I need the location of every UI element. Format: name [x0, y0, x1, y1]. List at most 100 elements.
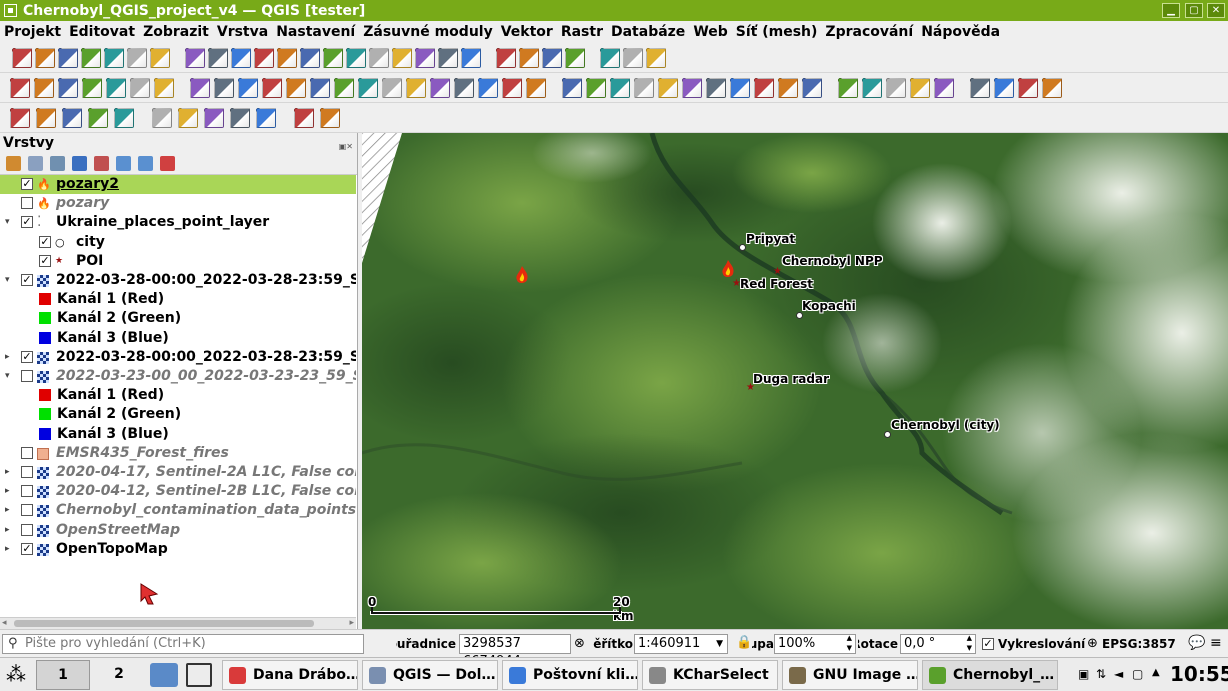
remove-layer-icon[interactable]: [160, 156, 175, 171]
digitize-tool-2-icon[interactable]: [36, 108, 56, 128]
map-tool-20-icon[interactable]: [461, 48, 481, 68]
chevron-right-icon[interactable]: ▸: [5, 501, 10, 520]
menu-item[interactable]: Nápověda: [921, 24, 1000, 40]
fire-point-icon[interactable]: [514, 265, 530, 285]
globe-icon[interactable]: ⊕: [1087, 636, 1098, 651]
minimize-button[interactable]: ▁: [1162, 3, 1180, 18]
map-tool-18-icon[interactable]: [415, 48, 435, 68]
menu-icon[interactable]: ≡: [1210, 635, 1222, 651]
menu-item[interactable]: Vektor: [501, 24, 553, 40]
map-tool-21-icon[interactable]: [496, 48, 516, 68]
taskbar-app-button[interactable]: Chernobyl_…: [922, 660, 1058, 690]
layer-visibility-checkbox[interactable]: [21, 446, 33, 459]
render-checkbox[interactable]: ✓: [982, 638, 994, 650]
map-tool-7-icon[interactable]: [150, 48, 170, 68]
layer-row[interactable]: ▸ 2020-04-17, Sentinel-2A L1C, False colo…: [0, 463, 356, 482]
edit-tool-34-icon[interactable]: [838, 78, 858, 98]
map-tool-19-icon[interactable]: [438, 48, 458, 68]
digitize-tool-1-icon[interactable]: [10, 108, 30, 128]
chevron-right-icon[interactable]: ▸: [5, 482, 10, 501]
desktop-2-button[interactable]: 2: [92, 660, 146, 690]
chevron-right-icon[interactable]: ▸: [5, 521, 10, 540]
menu-item[interactable]: Síť (mesh): [736, 24, 818, 40]
spin-arrows-icon[interactable]: ▲ ▼: [847, 633, 852, 653]
edit-tool-40-icon[interactable]: [994, 78, 1014, 98]
filter-icon[interactable]: [72, 156, 87, 171]
rotation-spinbox[interactable]: 0,0 ° ▲ ▼: [900, 634, 976, 654]
lock-scale-icon[interactable]: 🔒: [736, 635, 752, 650]
chevron-down-icon[interactable]: ▾: [5, 213, 10, 232]
edit-tool-29-icon[interactable]: [706, 78, 726, 98]
layer-row[interactable]: ▾ 2022-03-23-00_00_2022-03-23-23_59_Sen: [0, 367, 356, 386]
city-marker-chernobyl[interactable]: [884, 431, 891, 438]
magnifier-spinbox[interactable]: 100% ▲ ▼: [774, 634, 856, 654]
menu-item[interactable]: Editovat: [69, 24, 135, 40]
fire-point-icon[interactable]: [720, 259, 736, 279]
edit-tool-24-icon[interactable]: [586, 78, 606, 98]
app-launcher-icon[interactable]: ⁂: [6, 664, 26, 684]
edit-tool-9-icon[interactable]: [214, 78, 234, 98]
messages-icon[interactable]: 💬: [1188, 635, 1205, 651]
edit-tool-33-icon[interactable]: [802, 78, 822, 98]
edit-tool-1-icon[interactable]: [10, 78, 30, 98]
map-tool-12-icon[interactable]: [277, 48, 297, 68]
layer-row[interactable]: ▸ OpenStreetMap: [0, 521, 356, 540]
expand-all-icon[interactable]: [116, 156, 131, 171]
style-icon[interactable]: [6, 156, 21, 171]
layer-visibility-checkbox[interactable]: [21, 485, 33, 498]
layer-visibility-checkbox[interactable]: ✓: [21, 542, 33, 555]
taskbar-app-button[interactable]: QGIS — Dol…: [362, 660, 498, 690]
chevron-down-icon[interactable]: ▼: [716, 635, 723, 653]
digitize-tool-9-icon[interactable]: [230, 108, 250, 128]
layer-visibility-checkbox[interactable]: ✓: [39, 254, 51, 267]
horizontal-scrollbar[interactable]: ◂ ▸: [0, 617, 356, 629]
edit-tool-31-icon[interactable]: [754, 78, 774, 98]
map-tool-1-icon[interactable]: [12, 48, 32, 68]
manage-visibility-icon[interactable]: [50, 156, 65, 171]
edit-tool-39-icon[interactable]: [970, 78, 990, 98]
layer-visibility-checkbox[interactable]: ✓: [21, 350, 33, 363]
map-tool-22-icon[interactable]: [519, 48, 539, 68]
map-tool-4-icon[interactable]: [81, 48, 101, 68]
edit-tool-14-icon[interactable]: [334, 78, 354, 98]
edit-tool-18-icon[interactable]: [430, 78, 450, 98]
edit-tool-13-icon[interactable]: [310, 78, 330, 98]
layer-visibility-checkbox[interactable]: [21, 504, 33, 517]
map-tool-6-icon[interactable]: [127, 48, 147, 68]
edit-tool-17-icon[interactable]: [406, 78, 426, 98]
poi-marker-npp[interactable]: ★: [773, 266, 782, 277]
map-tool-2-icon[interactable]: [35, 48, 55, 68]
volume-tray-icon[interactable]: ◄: [1114, 667, 1123, 681]
edit-tool-5-icon[interactable]: [106, 78, 126, 98]
scroll-right-icon[interactable]: ▸: [349, 618, 354, 628]
map-tool-23-icon[interactable]: [542, 48, 562, 68]
taskbar-app-button[interactable]: Poštovní kli…: [502, 660, 638, 690]
digitize-tool-5-icon[interactable]: [114, 108, 134, 128]
edit-tool-30-icon[interactable]: [730, 78, 750, 98]
edit-tool-7-icon[interactable]: [154, 78, 174, 98]
tray-expand-icon[interactable]: ▲: [1152, 667, 1160, 678]
digitize-tool-11-icon[interactable]: [294, 108, 314, 128]
notifications-tray-icon[interactable]: ▢: [1132, 667, 1143, 681]
close-button[interactable]: ✕: [1207, 3, 1225, 18]
menu-item[interactable]: Zpracování: [825, 24, 913, 40]
menu-item[interactable]: Nastavení: [276, 24, 355, 40]
edit-tool-38-icon[interactable]: [934, 78, 954, 98]
edit-tool-12-icon[interactable]: [286, 78, 306, 98]
locator-search-input[interactable]: ⚲ Pište pro vyhledání (Ctrl+K): [2, 634, 364, 654]
legend-item[interactable]: Kanál 1 (Red): [0, 386, 356, 405]
map-canvas[interactable]: Pripyat ★ Chernobyl NPP ★ Red Forest Kop…: [362, 133, 1228, 629]
layer-row[interactable]: ✓ 🔥 pozary2: [0, 175, 356, 194]
taskbar-app-button[interactable]: Dana Drábo…: [222, 660, 358, 690]
chevron-right-icon[interactable]: ▸: [5, 463, 10, 482]
edit-tool-26-icon[interactable]: [634, 78, 654, 98]
filter-expression-icon[interactable]: [94, 156, 109, 171]
map-tool-9-icon[interactable]: [208, 48, 228, 68]
digitize-tool-7-icon[interactable]: [178, 108, 198, 128]
file-manager-icon[interactable]: [150, 663, 178, 687]
edit-tool-41-icon[interactable]: [1018, 78, 1038, 98]
edit-tool-23-icon[interactable]: [562, 78, 582, 98]
edit-tool-21-icon[interactable]: [502, 78, 522, 98]
layer-visibility-checkbox[interactable]: ✓: [21, 216, 33, 229]
map-tool-24-icon[interactable]: [565, 48, 585, 68]
